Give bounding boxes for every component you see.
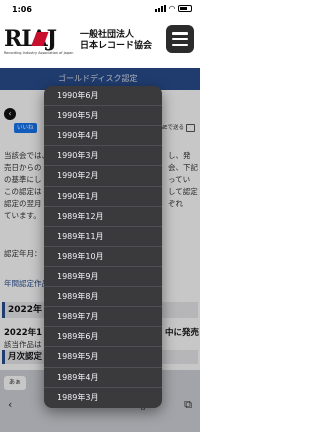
wifi-icon: ◠ xyxy=(168,4,175,13)
site-header: RIAJ Recording Industry Association of J… xyxy=(0,18,200,68)
picker-option[interactable]: 1989年12月 xyxy=(44,207,162,227)
picker-option[interactable]: 1990年3月 xyxy=(44,146,162,167)
picker-option[interactable]: 1989年8月 xyxy=(44,287,162,308)
picker-option[interactable]: 1989年9月 xyxy=(44,267,162,288)
year-month-picker: 1990年6月 1990年5月 1990年4月 1990年3月 1990年2月 … xyxy=(44,86,162,408)
menu-bar-icon xyxy=(172,43,188,46)
picker-option[interactable]: 1989年10月 xyxy=(44,247,162,267)
menu-bar-icon xyxy=(172,37,188,41)
status-bar: 1:06 ◠ xyxy=(0,0,200,18)
picker-option[interactable]: 1989年11月 xyxy=(44,227,162,247)
battery-icon xyxy=(178,5,192,12)
picker-option[interactable]: 1990年6月 xyxy=(44,86,162,107)
org-name-line2: 日本レコード協会 xyxy=(80,41,153,51)
logo-subtitle: Recording Industry Association of Japan xyxy=(4,51,74,55)
picker-option[interactable]: 1990年2月 xyxy=(44,166,162,187)
picker-option[interactable]: 1989年6月 xyxy=(44,327,162,348)
riaj-logo[interactable]: RIAJ Recording Industry Association of J… xyxy=(4,26,76,62)
picker-option[interactable]: 1989年4月 xyxy=(44,368,162,388)
org-name-line1: 一般社団法人 xyxy=(80,30,135,40)
picker-option[interactable]: 1989年3月 xyxy=(44,388,162,408)
picker-option[interactable]: 1989年5月 xyxy=(44,347,162,368)
menu-bar-icon xyxy=(172,32,188,35)
signal-icon xyxy=(154,5,166,12)
picker-option[interactable]: 1990年5月 xyxy=(44,106,162,127)
picker-option[interactable]: 1989年7月 xyxy=(44,307,162,328)
picker-option[interactable]: 1990年1月 xyxy=(44,187,162,207)
status-icons: ◠ xyxy=(154,4,192,13)
org-name: 一般社団法人 日本レコード協会 xyxy=(80,30,152,52)
hamburger-menu-button[interactable] xyxy=(166,25,194,53)
status-time: 1:06 xyxy=(12,5,32,14)
picker-option[interactable]: 1990年4月 xyxy=(44,126,162,147)
